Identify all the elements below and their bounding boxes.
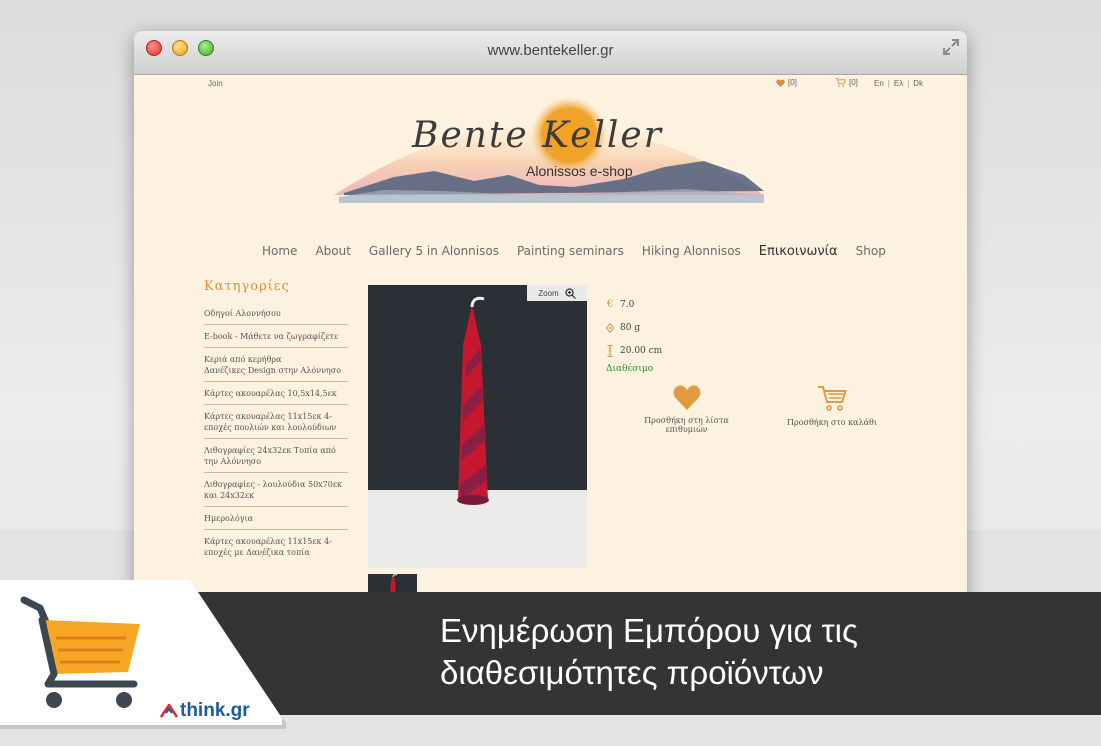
browser-titlebar: www.bentekeller.gr (134, 31, 967, 75)
heart-icon (776, 78, 785, 87)
join-link[interactable]: Join (208, 79, 223, 88)
add-to-cart-label: Προσθήκη στο καλάθι (787, 418, 877, 427)
nav-gallery[interactable]: Gallery 5 in Alonnisos (369, 244, 499, 259)
browser-window: www.bentekeller.gr Join [0] [0] En | Ελ … (134, 31, 967, 611)
category-item[interactable]: Κάρτες ακουαρέλας 11x15εκ 4-εποχές πουλι… (204, 405, 348, 439)
category-sidebar: Κατηγορίες Οδηγοί Αλοννήσου E-book - Μάθ… (204, 279, 348, 563)
weight-icon (606, 322, 614, 333)
category-item[interactable]: Λιθογραφίες 24x32εκ Τοπία από την Αλόννη… (204, 439, 348, 473)
lang-el[interactable]: Ελ (894, 79, 903, 88)
nav-contact[interactable]: Επικοινωνία (759, 244, 838, 259)
cart-icon (835, 78, 846, 87)
height-row: 20.00 cm (606, 339, 662, 362)
add-to-wishlist-label: Προσθήκη στη λίστα επιθυμιών (644, 416, 729, 434)
nav-about[interactable]: About (315, 244, 350, 259)
product-details: € 7.0 80 g 20.00 cm Διαθέσιμο (606, 293, 662, 374)
euro-icon: € (606, 299, 614, 310)
lang-en[interactable]: En (874, 79, 884, 88)
price-row: € 7.0 (606, 293, 662, 316)
cart-icon (818, 386, 847, 411)
category-item[interactable]: Ημερολόγια (204, 507, 348, 530)
main-nav: Home About Gallery 5 in Alonnisos Painti… (262, 244, 886, 259)
nav-shop[interactable]: Shop (856, 244, 886, 259)
availability-status: Διαθέσιμο (606, 364, 654, 374)
category-item[interactable]: Κεριά από κερήθρα Δανέζικες Design στην … (204, 348, 348, 382)
cart-link[interactable]: [0] (835, 78, 858, 87)
cart-count: [0] (849, 78, 858, 87)
think-swoosh-icon (160, 704, 178, 718)
heart-icon (673, 385, 700, 410)
category-item[interactable]: Κάρτες ακουαρέλας 11x15εκ 4-εποχές με Δα… (204, 530, 348, 563)
add-to-cart-button[interactable]: Προσθήκη στο καλάθι (784, 385, 880, 427)
add-to-wishlist-button[interactable]: Προσθήκη στη λίστα επιθυμιών (624, 385, 749, 434)
promo-headline-line-2: διαθεσιμότητες προϊόντων (440, 654, 824, 691)
weight-value: 80 g (620, 322, 641, 333)
language-switcher: En | Ελ | Dk (874, 79, 923, 88)
zoom-icon (565, 287, 576, 299)
logo-subtitle: Alonissos e-shop (526, 163, 633, 179)
category-item[interactable]: Κάρτες ακουαρέλας 10,5x14,5εκ (204, 382, 348, 405)
price-value: 7.0 (620, 299, 635, 310)
weight-row: 80 g (606, 316, 662, 339)
think-logo: think.gr (160, 700, 250, 722)
wishlist-link[interactable]: [0] (776, 78, 797, 87)
think-brand-text: think.gr (180, 700, 250, 721)
nav-painting-seminars[interactable]: Painting seminars (517, 244, 624, 259)
height-value: 20.00 cm (620, 345, 663, 356)
category-item[interactable]: Οδηγοί Αλοννήσου (204, 302, 348, 325)
product-image[interactable]: Zoom (368, 285, 587, 568)
candle-photo (368, 285, 587, 568)
height-icon (607, 344, 613, 357)
lang-separator: | (887, 79, 890, 88)
sidebar-title: Κατηγορίες (204, 279, 290, 294)
expand-icon[interactable] (941, 37, 961, 57)
promo-headline-line-1: Ενημέρωση Εμπόρου για τις (440, 612, 858, 649)
category-item[interactable]: E-book - Μάθετε να ζωγραφίζετε (204, 325, 348, 348)
zoom-button[interactable]: Zoom (527, 285, 587, 301)
zoom-label: Zoom (538, 288, 559, 298)
nav-home[interactable]: Home (262, 244, 297, 259)
web-page: Join [0] [0] En | Ελ | Dk Bente Keller A… (134, 75, 967, 611)
promo-headline: Ενημέρωση Εμπόρου για τις διαθεσιμότητες… (440, 610, 1080, 694)
nav-hiking[interactable]: Hiking Alonnisos (642, 244, 741, 259)
category-item[interactable]: Λιθογραφίες - λουλούδια 50x70εκ και 24x3… (204, 473, 348, 507)
address-bar[interactable]: www.bentekeller.gr (134, 42, 967, 59)
logo-signature[interactable]: Bente Keller (412, 115, 663, 156)
wishlist-count: [0] (788, 78, 797, 87)
shopping-cart-icon (20, 596, 140, 708)
top-utility-bar: Join [0] [0] En | Ελ | Dk (134, 75, 967, 93)
lang-dk[interactable]: Dk (913, 79, 923, 88)
lang-separator: | (907, 79, 910, 88)
